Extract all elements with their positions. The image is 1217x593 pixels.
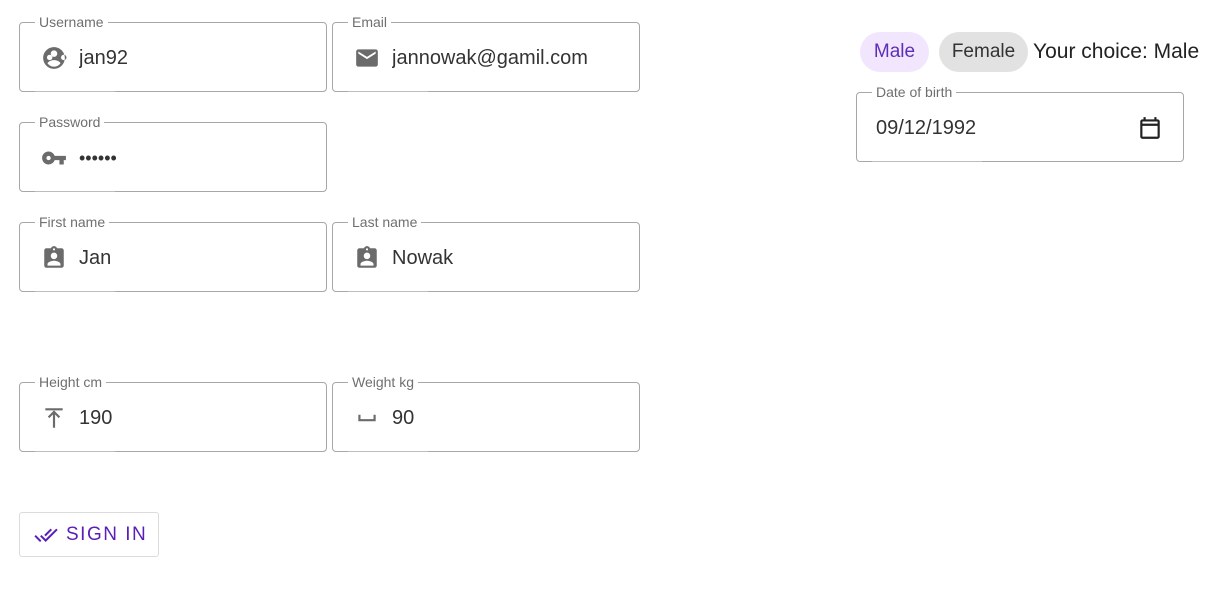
weight-underline	[348, 451, 428, 452]
height-field[interactable]: Height cm	[19, 374, 327, 452]
password-field[interactable]: Password ••••••	[19, 114, 327, 192]
email-input[interactable]	[392, 46, 632, 70]
contact-badge-icon	[353, 244, 381, 272]
double-check-icon	[34, 528, 58, 542]
username-field[interactable]: Username	[19, 14, 327, 92]
gender-chip-female[interactable]: Female	[939, 32, 1028, 72]
first-name-field[interactable]: First name	[19, 214, 327, 292]
sign-in-button[interactable]: SIGN IN	[19, 512, 159, 557]
password-underline	[35, 191, 115, 192]
weight-label: Weight kg	[348, 374, 418, 390]
height-input[interactable]	[79, 406, 299, 430]
date-of-birth-underline	[872, 161, 982, 162]
key-icon	[40, 144, 68, 172]
username-underline	[35, 91, 115, 92]
last-name-label: Last name	[348, 214, 422, 230]
username-input[interactable]	[79, 46, 299, 70]
sign-in-label: SIGN IN	[66, 523, 148, 545]
date-of-birth-label: Date of birth	[872, 84, 957, 100]
last-name-underline	[348, 291, 428, 292]
vertical-height-icon	[40, 404, 68, 432]
email-field[interactable]: Email	[332, 14, 640, 92]
face-icon	[40, 44, 68, 72]
mail-icon	[353, 44, 381, 72]
contact-badge-icon	[40, 244, 68, 272]
weight-input[interactable]	[392, 406, 612, 430]
password-label: Password	[35, 114, 105, 130]
last-name-field[interactable]: Last name	[332, 214, 640, 292]
date-of-birth-input[interactable]	[876, 116, 1076, 140]
password-input[interactable]: ••••••	[79, 146, 299, 170]
space-bar-icon	[353, 404, 381, 432]
weight-field[interactable]: Weight kg	[332, 374, 640, 452]
first-name-underline	[35, 291, 115, 292]
username-label: Username	[35, 14, 108, 30]
calendar-icon[interactable]	[1136, 114, 1164, 142]
gender-choice-text: Your choice: Male	[1033, 40, 1200, 63]
height-underline	[35, 451, 115, 452]
last-name-input[interactable]	[392, 246, 612, 270]
gender-chip-male[interactable]: Male	[860, 32, 929, 72]
email-underline	[348, 91, 428, 92]
height-label: Height cm	[35, 374, 107, 390]
email-label: Email	[348, 14, 392, 30]
first-name-label: First name	[35, 214, 110, 230]
date-of-birth-field[interactable]: Date of birth	[856, 84, 1184, 162]
first-name-input[interactable]	[79, 246, 299, 270]
